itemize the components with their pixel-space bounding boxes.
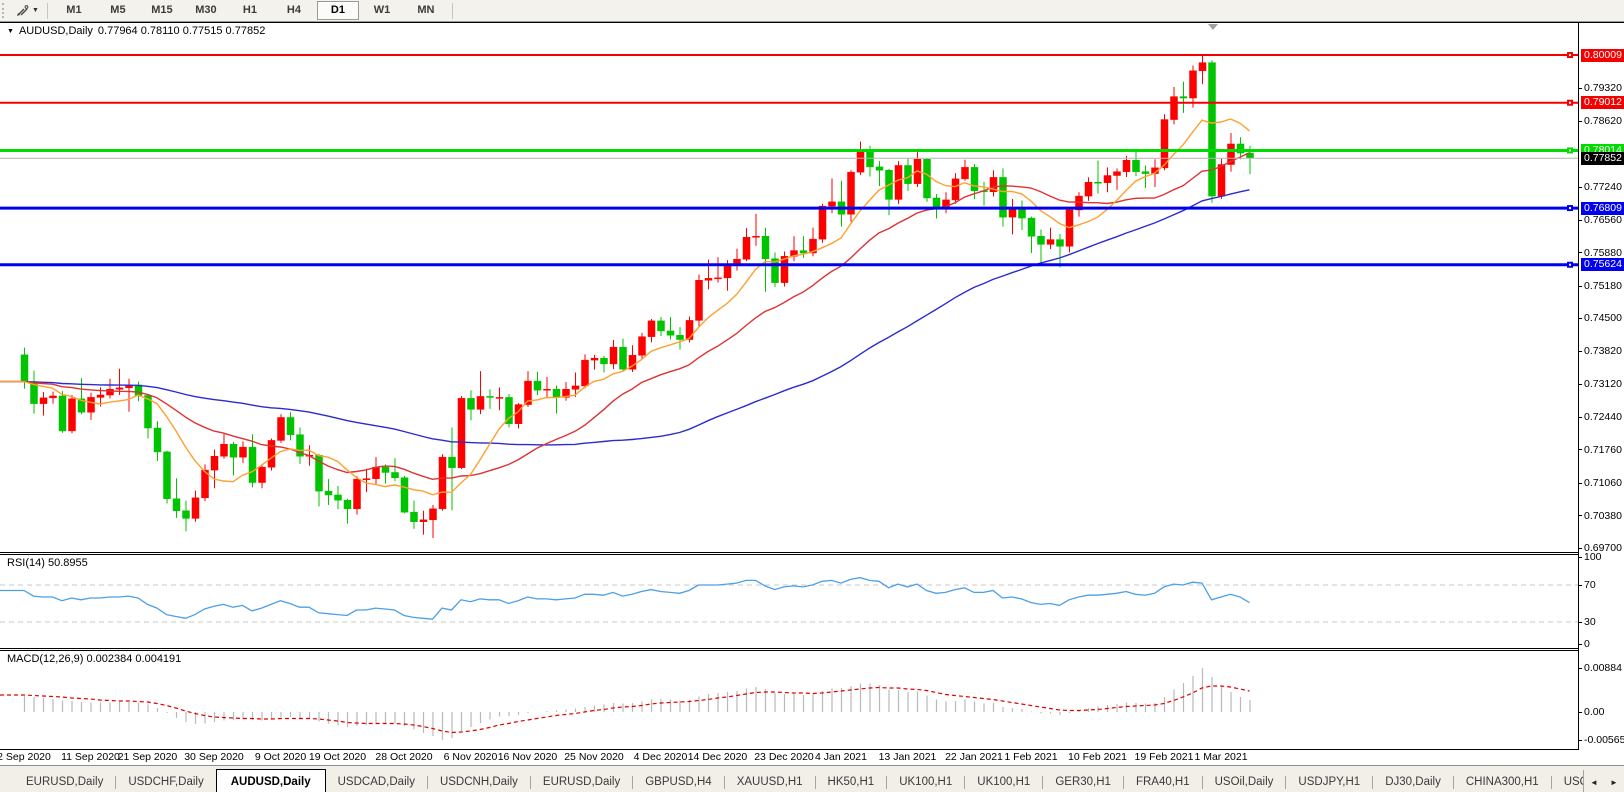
macd-label: MACD(12,26,9) 0.002384 0.004191 <box>7 653 181 665</box>
chart-tab-uk100-h1[interactable]: UK100,H1 <box>887 771 964 792</box>
chart-tab-xauusd-h1[interactable]: XAUUSD,H1 <box>725 771 815 792</box>
time-axis[interactable]: 2 Sep 202011 Sep 202021 Sep 202030 Sep 2… <box>0 749 1578 765</box>
price-tick-label: 0.72440 <box>1578 411 1622 423</box>
crosshair-cursor-icon[interactable] <box>12 2 32 19</box>
tab-scroll-left-icon[interactable]: ◄ <box>1588 778 1600 787</box>
rsi-tick-label: 100 <box>1578 551 1602 563</box>
price-line-badge[interactable]: 0.76809 <box>1581 202 1624 215</box>
price-tick-label: 0.78620 <box>1578 115 1622 127</box>
price-tick-label: 0.71060 <box>1578 477 1622 489</box>
tool-dropdown-caret-icon[interactable]: ▼ <box>32 7 43 14</box>
price-tick-label: 0.76560 <box>1578 214 1622 226</box>
chart-tabs: EURUSD,DailyUSDCHF,DailyAUDUSD,DailyUSDC… <box>0 770 1609 792</box>
chart-tab-usoil-daily[interactable]: USOil,Daily <box>1203 771 1286 792</box>
chart-tab-eurusd-daily[interactable]: EURUSD,Daily <box>14 771 115 792</box>
timeframe-button-w1[interactable]: W1 <box>361 1 403 20</box>
macd-panel[interactable]: MACD(12,26,9) 0.002384 0.004191 <box>0 650 1578 749</box>
macd-scale[interactable]: 0.00884 0.00 -0.005651 <box>1578 650 1624 749</box>
timeframe-button-mn[interactable]: MN <box>405 1 447 20</box>
price-tick-label: 0.75880 <box>1578 247 1622 259</box>
chart-tab-uk100-h1[interactable]: UK100,H1 <box>965 771 1042 792</box>
chart-shift-marker-icon[interactable] <box>1208 24 1218 30</box>
price-tick-label: 0.73120 <box>1578 378 1622 390</box>
macd-tick-label: 0.00 <box>1578 706 1604 718</box>
price-tick-label: 0.70380 <box>1578 510 1622 522</box>
timeframe-button-h4[interactable]: H4 <box>273 1 315 20</box>
date-tick-label: 1 Mar 2021 <box>1179 751 1263 763</box>
chart-tab-fra40-h1[interactable]: FRA40,H1 <box>1124 771 1202 792</box>
timeframe-button-m30[interactable]: M30 <box>185 1 227 20</box>
tab-scroll-right-icon[interactable]: ► <box>1608 778 1620 787</box>
toolbar-grip[interactable] <box>2 3 9 18</box>
toolbar-separator <box>452 3 453 19</box>
panel-border <box>0 552 1579 553</box>
chart-tab-bar: EURUSD,DailyUSDCHF,DailyAUDUSD,DailyUSDC… <box>0 765 1624 792</box>
chart-tab-eurusd-daily[interactable]: EURUSD,Daily <box>531 771 632 792</box>
chart-tab-usdchf-daily[interactable]: USDCHF,Daily <box>116 771 215 792</box>
timeframe-button-m5[interactable]: M5 <box>97 1 139 20</box>
price-scale[interactable]: 0.79320 0.78620 0.77240 0.76560 0.75880 0.751… <box>1578 22 1624 552</box>
timeframe-button-d1[interactable]: D1 <box>317 1 359 20</box>
current-price-badge: 0.77852 <box>1581 152 1624 165</box>
rsi-tick-label: 0 <box>1578 638 1590 650</box>
chart-tab-dj30-daily[interactable]: DJ30,Daily <box>1373 771 1453 792</box>
main-price-panel[interactable]: ▼ AUDUSD,Daily 0.77964 0.78110 0.77515 0… <box>0 22 1578 552</box>
rsi-panel[interactable]: RSI(14) 50.8955 <box>0 554 1578 648</box>
chart-tab-usdjpy-h1[interactable]: USDJPY,H1 <box>1286 771 1372 792</box>
chart-symbol-label: AUDUSD,Daily <box>19 25 93 37</box>
chart-window[interactable]: ▼ AUDUSD,Daily 0.77964 0.78110 0.77515 0… <box>0 22 1624 765</box>
price-tick-label: 0.73820 <box>1578 345 1622 357</box>
timeframe-button-m15[interactable]: M15 <box>141 1 183 20</box>
chart-tab-usdcnh-daily[interactable]: USDCNH,Daily <box>428 771 530 792</box>
rsi-tick-label: 70 <box>1578 579 1596 591</box>
panel-border <box>0 648 1579 649</box>
price-tick-label: 0.77240 <box>1578 181 1622 193</box>
chart-tab-ger30-h1[interactable]: GER30,H1 <box>1043 771 1123 792</box>
collapse-triangle-icon[interactable]: ▼ <box>7 28 14 35</box>
price-line-badge[interactable]: 0.79012 <box>1581 96 1624 109</box>
price-tick-label: 0.71760 <box>1578 444 1622 456</box>
price-tick-label: 0.75180 <box>1578 280 1622 292</box>
tab-scroll-arrows: ◄ ► <box>1583 770 1624 792</box>
macd-plot[interactable] <box>0 650 1578 749</box>
timeframe-button-m1[interactable]: M1 <box>53 1 95 20</box>
macd-tick-label: 0.00884 <box>1578 662 1622 674</box>
rsi-plot[interactable] <box>0 554 1578 648</box>
rsi-label: RSI(14) 50.8955 <box>7 557 88 569</box>
price-tick-label: 0.79320 <box>1578 82 1622 94</box>
price-line-badge[interactable]: 0.80009 <box>1581 49 1624 62</box>
chart-title: ▼ AUDUSD,Daily 0.77964 0.78110 0.77515 0… <box>7 25 265 37</box>
toolbar-separator <box>47 3 48 19</box>
chart-tab-gbpusd-h4[interactable]: GBPUSD,H4 <box>633 771 723 792</box>
price-line-badge[interactable]: 0.75624 <box>1581 258 1624 271</box>
chart-ohlc-values: 0.77964 0.78110 0.77515 0.77852 <box>98 25 265 37</box>
rsi-scale[interactable]: 100 70 30 0 <box>1578 554 1624 648</box>
candlestick-plot[interactable] <box>0 22 1578 552</box>
timeframe-buttons: M1M5M15M30H1H4D1W1MN <box>52 1 448 20</box>
price-tick-label: 0.74500 <box>1578 312 1622 324</box>
chart-tab-usdcad-daily[interactable]: USDCAD,Daily <box>326 771 427 792</box>
chart-tab-china300-h1[interactable]: CHINA300,H1 <box>1454 771 1551 792</box>
chart-tab-audusd-daily[interactable]: AUDUSD,Daily <box>216 769 326 792</box>
timeframe-button-h1[interactable]: H1 <box>229 1 271 20</box>
rsi-tick-label: 30 <box>1578 616 1596 628</box>
top-toolbar: ▼ M1M5M15M30H1H4D1W1MN <box>0 0 1624 22</box>
chart-tab-hk50-h1[interactable]: HK50,H1 <box>816 771 887 792</box>
macd-tick-label: -0.005651 <box>1578 734 1624 746</box>
